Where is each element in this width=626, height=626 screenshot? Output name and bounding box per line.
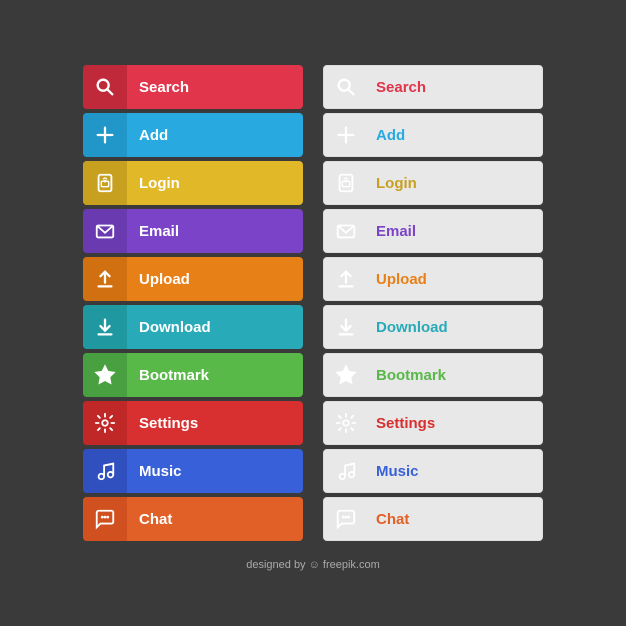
add-icon <box>83 113 127 157</box>
colored-button-list: Search Add Login Email Upload <box>83 65 303 541</box>
email-white-icon <box>324 209 368 253</box>
colored-upload-button[interactable]: Upload <box>83 257 303 301</box>
login-white-label: Login <box>368 175 542 192</box>
white-add-button[interactable]: Add <box>323 113 543 157</box>
upload-white-label: Upload <box>368 271 542 288</box>
white-search-button[interactable]: Search <box>323 65 543 109</box>
search-white-label: Search <box>368 79 542 96</box>
colored-chat-button[interactable]: Chat <box>83 497 303 541</box>
white-button-list: Search Add Login Email Upload <box>323 65 543 541</box>
music-icon <box>83 449 127 493</box>
settings-icon <box>83 401 127 445</box>
white-settings-button[interactable]: Settings <box>323 401 543 445</box>
music-white-label: Music <box>368 463 542 480</box>
white-chat-button[interactable]: Chat <box>323 497 543 541</box>
colored-bookmark-button[interactable]: Bootmark <box>83 353 303 397</box>
colored-add-button[interactable]: Add <box>83 113 303 157</box>
colored-download-button[interactable]: Download <box>83 305 303 349</box>
search-icon <box>83 65 127 109</box>
colored-music-button[interactable]: Music <box>83 449 303 493</box>
settings-white-label: Settings <box>368 415 542 432</box>
login-label: Login <box>127 175 303 192</box>
email-label: Email <box>127 223 303 240</box>
white-login-button[interactable]: Login <box>323 161 543 205</box>
settings-label: Settings <box>127 415 303 432</box>
bookmark-icon <box>83 353 127 397</box>
chat-white-label: Chat <box>368 511 542 528</box>
email-white-label: Email <box>368 223 542 240</box>
search-white-icon <box>324 65 368 109</box>
colored-email-button[interactable]: Email <box>83 209 303 253</box>
white-music-button[interactable]: Music <box>323 449 543 493</box>
upload-white-icon <box>324 257 368 301</box>
colored-settings-button[interactable]: Settings <box>83 401 303 445</box>
login-white-icon <box>324 161 368 205</box>
add-white-label: Add <box>368 127 542 144</box>
white-upload-button[interactable]: Upload <box>323 257 543 301</box>
login-icon <box>83 161 127 205</box>
chat-label: Chat <box>127 511 303 528</box>
chat-icon <box>83 497 127 541</box>
email-icon <box>83 209 127 253</box>
settings-white-icon <box>324 401 368 445</box>
main-container: Search Add Login Email Upload <box>63 55 563 551</box>
search-label: Search <box>127 79 303 96</box>
music-label: Music <box>127 463 303 480</box>
colored-search-button[interactable]: Search <box>83 65 303 109</box>
bookmark-label: Bootmark <box>127 367 303 384</box>
add-white-icon <box>324 113 368 157</box>
download-icon <box>83 305 127 349</box>
chat-white-icon <box>324 497 368 541</box>
add-label: Add <box>127 127 303 144</box>
download-white-label: Download <box>368 319 542 336</box>
music-white-icon <box>324 449 368 493</box>
bookmark-white-label: Bootmark <box>368 367 542 384</box>
colored-login-button[interactable]: Login <box>83 161 303 205</box>
upload-icon <box>83 257 127 301</box>
upload-label: Upload <box>127 271 303 288</box>
white-download-button[interactable]: Download <box>323 305 543 349</box>
bookmark-white-icon <box>324 353 368 397</box>
white-bookmark-button[interactable]: Bootmark <box>323 353 543 397</box>
download-label: Download <box>127 319 303 336</box>
white-email-button[interactable]: Email <box>323 209 543 253</box>
download-white-icon <box>324 305 368 349</box>
footer: designed by ☺ freepik.com <box>246 559 380 571</box>
